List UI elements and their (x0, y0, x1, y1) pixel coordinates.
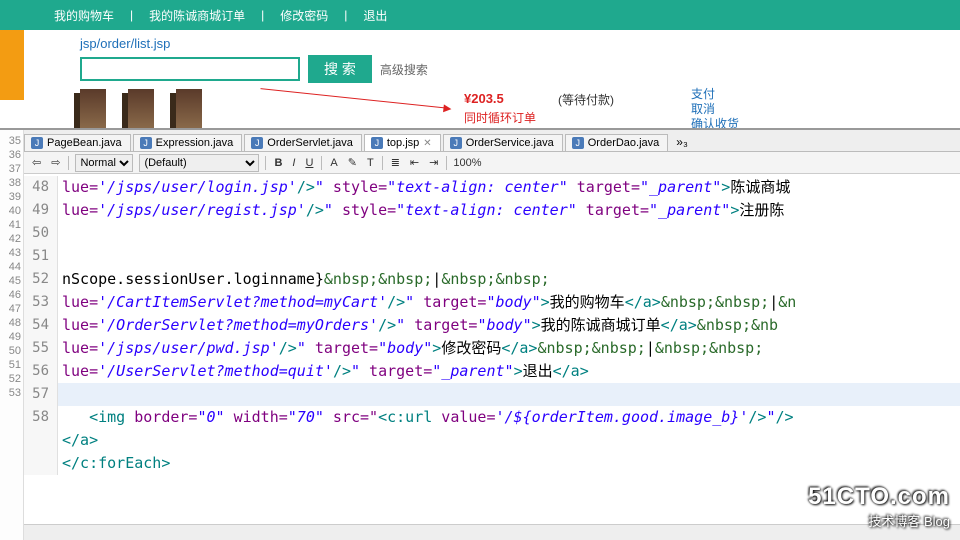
product-thumb[interactable] (80, 89, 106, 129)
action-pay[interactable]: 支付 (691, 87, 739, 102)
editor-toolbar: ⇦ ⇨ Normal (Default) B I U A ✎ T ≣ ⇤ ⇥ 1… (24, 152, 960, 174)
editor-tab[interactable]: Jtop.jsp ✕ (364, 134, 441, 151)
product-thumb[interactable] (128, 89, 154, 129)
fwd-icon[interactable]: ⇨ (49, 156, 62, 169)
search-button[interactable]: 搜 索 (308, 55, 372, 83)
editor-tab[interactable]: JOrderServlet.java (244, 134, 362, 151)
order-price: ¥203.5 (464, 91, 504, 106)
list-icon[interactable]: ≣ (389, 156, 402, 169)
nav-cart[interactable]: 我的购物车 (44, 7, 124, 24)
color-icon[interactable]: A (328, 157, 339, 169)
editor-tab[interactable]: JPageBean.java (24, 134, 131, 151)
advanced-search-link[interactable]: 高级搜索 (380, 61, 428, 78)
ide-panel: 35363738394041424344454647484950515253 J… (0, 128, 960, 540)
side-tab (0, 30, 24, 100)
highlight-icon[interactable]: ✎ (346, 156, 359, 169)
underline-icon[interactable]: U (303, 157, 315, 169)
top-nav: 我的购物车| 我的陈诚商城订单| 修改密码| 退出 (0, 0, 960, 30)
style-select[interactable]: Normal (75, 154, 133, 172)
nav-pwd[interactable]: 修改密码 (270, 7, 338, 24)
editor-tabs: JPageBean.javaJExpression.javaJOrderServ… (24, 130, 960, 152)
search-input[interactable] (80, 57, 300, 81)
action-cancel[interactable]: 取消 (691, 102, 739, 117)
outdent-icon[interactable]: ⇤ (408, 156, 421, 169)
order-actions: 支付 取消 确认收货 (691, 87, 739, 132)
code-area[interactable]: 48lue='/jsps/user/login.jsp'/>" style="t… (24, 174, 960, 475)
nav-orders[interactable]: 我的陈诚商城订单 (139, 7, 255, 24)
watermark: 51CTO.com 技术博客 Blog (808, 483, 950, 530)
outer-line-gutter: 35363738394041424344454647484950515253 (0, 130, 24, 540)
bold-icon[interactable]: B (272, 157, 284, 169)
nav-quit[interactable]: 退出 (353, 7, 397, 24)
editor-tab[interactable]: JExpression.java (133, 134, 243, 151)
indent-icon[interactable]: ⇥ (427, 156, 440, 169)
order-status: (等待付款) (558, 91, 614, 108)
product-thumb[interactable] (176, 89, 202, 129)
editor-tab[interactable]: JOrderService.java (443, 134, 563, 151)
zoom-value: 100% (453, 157, 481, 169)
italic-icon[interactable]: I (290, 157, 297, 169)
back-icon[interactable]: ⇦ (30, 156, 43, 169)
font-select[interactable]: (Default) (139, 154, 259, 172)
breadcrumb: jsp/order/list.jsp (0, 30, 960, 55)
text-icon[interactable]: T (365, 157, 376, 169)
editor-tab[interactable]: JOrderDao.java (565, 134, 669, 151)
tabs-overflow[interactable]: »₃ (670, 133, 694, 151)
